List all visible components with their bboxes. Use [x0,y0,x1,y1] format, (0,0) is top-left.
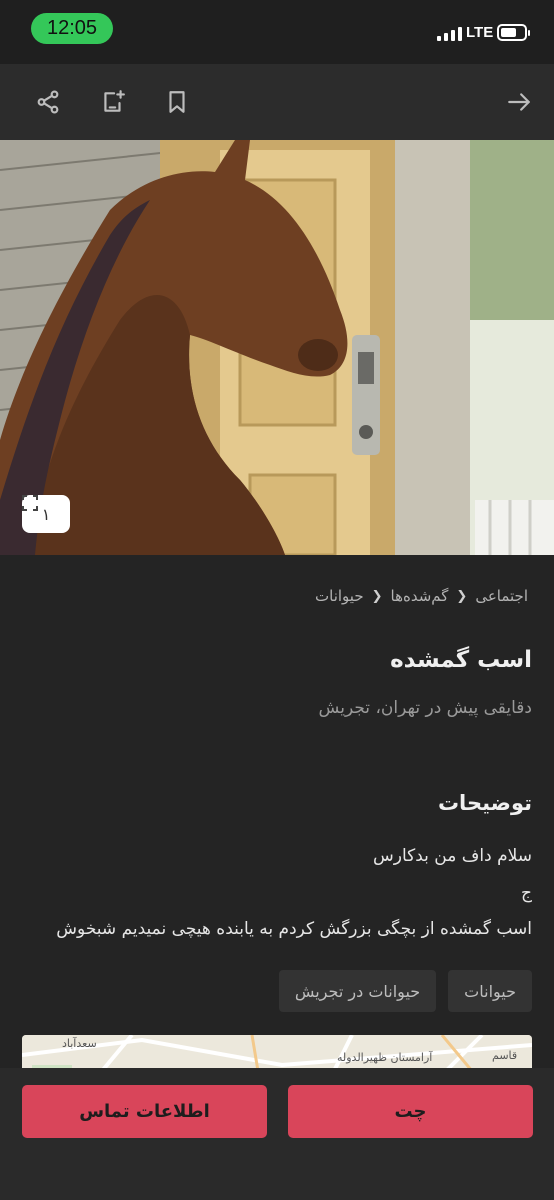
add-note-icon[interactable] [97,86,129,118]
bookmark-icon[interactable] [161,86,193,118]
description-line: سلام داف من بدکارس [373,846,532,866]
chat-button[interactable]: چت [288,1085,533,1138]
breadcrumb-item-lost[interactable]: گم‌شده‌ها [391,587,449,605]
listing-photo[interactable]: ۱ [0,140,554,555]
breadcrumb: اجتماعی ❮ گم‌شده‌ها ❮ حیوانات [315,587,528,605]
map-label: آرامستان ظهیرالدوله [337,1051,433,1064]
signal-bars-icon [437,27,462,41]
battery-icon [497,24,530,41]
image-count: ۱ [41,504,51,524]
breadcrumb-item-animals[interactable]: حیوانات [315,587,364,605]
status-time: 12:05 [31,13,113,44]
horse-photo [0,140,554,555]
share-icon[interactable] [32,86,64,118]
top-toolbar [0,64,554,140]
description-heading: توضیحات [437,791,532,815]
breadcrumb-item-social[interactable]: اجتماعی [475,587,528,605]
bottom-action-bar: چت اطلاعات تماس [0,1068,554,1200]
tag-animals[interactable]: حیوانات [448,970,532,1012]
network-label: LTE [466,24,494,41]
description-line: ج [521,883,532,903]
post-title: اسب گمشده [390,647,532,673]
post-meta: دقایقی پیش در تهران، تجریش [318,698,532,718]
chevron-left-icon: ❮ [456,588,468,604]
back-arrow-icon[interactable] [503,86,535,118]
tag-list: حیوانات حیوانات در تجریش [278,970,532,1012]
contact-info-button[interactable]: اطلاعات تماس [22,1085,267,1138]
tag-animals-tajrish[interactable]: حیوانات در تجریش [278,970,437,1012]
description-line: اسب گمشده از بچگی بزرگش کردم به یابنده ه… [56,919,532,939]
map-label: سعدآباد [62,1037,97,1050]
map-label: قاسم [492,1049,518,1062]
status-bar: 12:05 LTE [0,0,554,64]
chevron-left-icon: ❮ [371,588,383,604]
fullscreen-icon [22,495,38,511]
image-count-badge[interactable]: ۱ [22,495,70,533]
